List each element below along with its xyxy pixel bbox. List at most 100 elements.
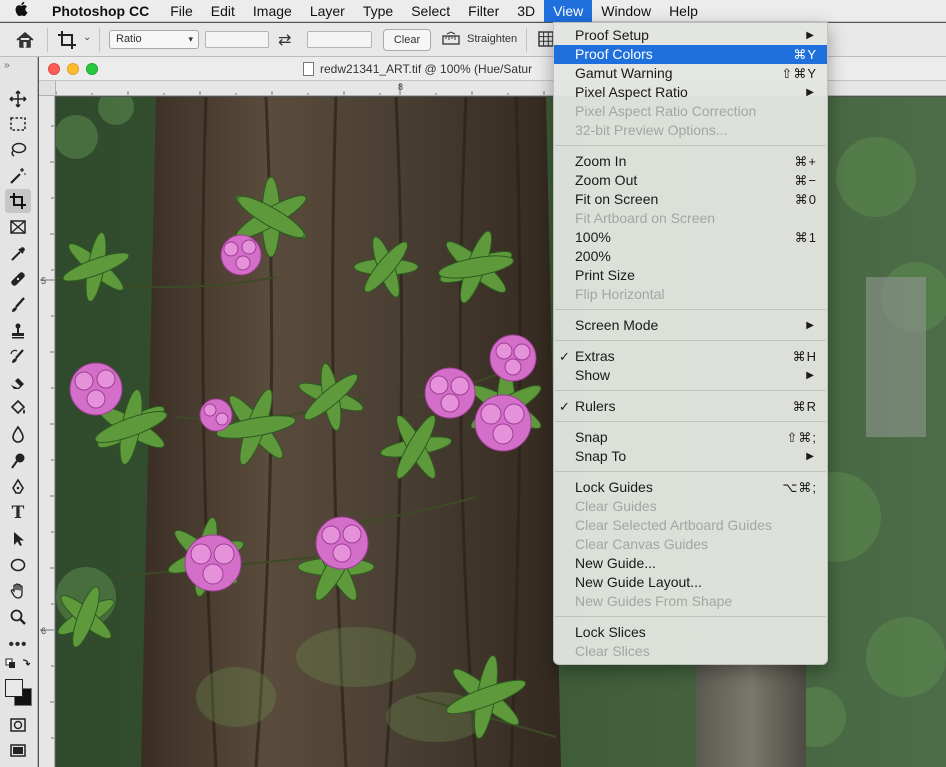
history-brush-icon[interactable]	[5, 345, 31, 369]
clone-stamp-icon[interactable]	[5, 319, 31, 343]
menu-file[interactable]: File	[161, 0, 202, 22]
submenu-arrow-icon: ▶	[806, 320, 814, 331]
menu-item-shortcut: ⇧⌘Y	[781, 66, 817, 81]
menu-item-gamut-warning[interactable]: Gamut Warning ⇧⌘Y	[554, 64, 827, 83]
menu-item-snap-to[interactable]: Snap To ▶	[554, 447, 827, 466]
menu-item-lock-guides[interactable]: Lock Guides ⌥⌘;	[554, 478, 827, 497]
menu-item-shortcut: ⌥⌘;	[782, 480, 817, 495]
type-tool-glyph: T	[11, 503, 25, 523]
menu-window[interactable]: Window	[592, 0, 660, 22]
swap-icon[interactable]: ⇄	[278, 30, 291, 50]
menu-item-pixel-aspect-correction: Pixel Aspect Ratio Correction	[554, 102, 827, 121]
pen-tool-icon[interactable]	[5, 475, 31, 499]
zoom-tool-icon[interactable]	[5, 605, 31, 629]
window-minimize-button[interactable]	[67, 63, 79, 75]
menu-item-label: 200%	[575, 248, 611, 264]
panel-collapse-icon[interactable]: ››	[4, 60, 10, 71]
color-swatches[interactable]	[3, 674, 35, 712]
ratio-height-input[interactable]	[307, 31, 372, 48]
menu-item-label: Extras	[575, 348, 615, 364]
window-close-button[interactable]	[48, 63, 60, 75]
eraser-icon[interactable]	[5, 370, 31, 394]
vertical-ruler[interactable]: 5 6	[39, 96, 55, 767]
menu-item-100-percent[interactable]: 100% ⌘1	[554, 228, 827, 247]
menu-item-label: Snap To	[575, 448, 627, 464]
brush-tool-icon[interactable]	[5, 293, 31, 317]
menu-item-proof-setup[interactable]: Proof Setup ▶	[554, 26, 827, 45]
clear-button[interactable]: Clear	[383, 29, 431, 51]
menu-item-200-percent[interactable]: 200%	[554, 247, 827, 266]
menu-layer[interactable]: Layer	[301, 0, 354, 22]
more-tools-icon[interactable]: •••	[5, 632, 31, 656]
menu-item-shortcut: ⌘H	[792, 349, 817, 364]
menu-item-print-size[interactable]: Print Size	[554, 266, 827, 285]
menu-item-label: Rulers	[575, 398, 616, 414]
menu-item-label: Clear Canvas Guides	[575, 536, 709, 552]
menu-item-zoom-in[interactable]: Zoom In ⌘+	[554, 152, 827, 171]
ellipse-tool-icon[interactable]	[5, 553, 31, 577]
menu-item-rulers[interactable]: ✓ Rulers ⌘R	[554, 397, 827, 416]
quick-mask-icon[interactable]	[5, 713, 31, 737]
apple-icon[interactable]	[0, 1, 42, 21]
path-selection-icon[interactable]	[5, 527, 31, 551]
menu-filter[interactable]: Filter	[459, 0, 508, 22]
type-tool-icon[interactable]: T	[5, 501, 31, 525]
foreground-color-swatch[interactable]	[5, 679, 23, 697]
paint-bucket-icon[interactable]	[5, 396, 31, 420]
menu-item-new-guide[interactable]: New Guide...	[554, 554, 827, 573]
magic-wand-icon[interactable]	[5, 164, 31, 188]
menu-view[interactable]: View	[544, 0, 593, 22]
menu-item-new-guide-layout[interactable]: New Guide Layout...	[554, 573, 827, 592]
straighten-label[interactable]: Straighten	[467, 33, 517, 45]
chevron-down-icon[interactable]: ⌄	[83, 32, 91, 43]
frame-tool-icon[interactable]	[5, 215, 31, 239]
chevron-down-icon: ▾	[188, 34, 193, 44]
screen-mode-icon[interactable]	[5, 739, 31, 763]
grid-overlay-icon[interactable]	[538, 31, 554, 47]
options-divider	[99, 28, 100, 52]
healing-brush-icon[interactable]	[5, 267, 31, 291]
menu-item-pixel-aspect-ratio[interactable]: Pixel Aspect Ratio ▶	[554, 83, 827, 102]
menu-image[interactable]: Image	[244, 0, 301, 22]
window-zoom-button[interactable]	[86, 63, 98, 75]
lasso-tool-icon[interactable]	[5, 138, 31, 162]
menu-item-fit-on-screen[interactable]: Fit on Screen ⌘0	[554, 190, 827, 209]
menu-separator	[555, 340, 826, 341]
menu-item-show[interactable]: Show ▶	[554, 366, 827, 385]
menu-item-proof-colors[interactable]: Proof Colors ⌘Y	[554, 45, 827, 64]
menu-item-clear-canvas-guides: Clear Canvas Guides	[554, 535, 827, 554]
menu-item-label: Pixel Aspect Ratio	[575, 84, 688, 100]
ruler-origin[interactable]	[39, 81, 56, 96]
straighten-icon[interactable]	[442, 31, 460, 47]
menu-item-snap[interactable]: Snap ⇧⌘;	[554, 428, 827, 447]
ratio-width-input[interactable]	[205, 31, 269, 48]
menu-item-label: Zoom Out	[575, 172, 638, 188]
menu-item-screen-mode[interactable]: Screen Mode ▶	[554, 316, 827, 335]
menu-item-extras[interactable]: ✓ Extras ⌘H	[554, 347, 827, 366]
menu-item-lock-slices[interactable]: Lock Slices	[554, 623, 827, 642]
menu-select[interactable]: Select	[402, 0, 459, 22]
eyedropper-icon[interactable]	[5, 242, 31, 266]
default-colors-icon[interactable]	[5, 656, 31, 674]
crop-icon[interactable]	[56, 29, 78, 51]
menu-item-zoom-out[interactable]: Zoom Out ⌘−	[554, 171, 827, 190]
marquee-tool-icon[interactable]	[5, 112, 31, 136]
move-tool-icon[interactable]	[5, 87, 31, 111]
menu-item-new-guides-from-shape: New Guides From Shape	[554, 592, 827, 611]
ratio-select[interactable]: Ratio ▾	[109, 30, 199, 49]
blur-tool-icon[interactable]	[5, 422, 31, 446]
menu-item-label: Gamut Warning	[575, 65, 673, 81]
menu-app-name[interactable]: Photoshop CC	[42, 0, 161, 22]
menu-help[interactable]: Help	[660, 0, 707, 22]
menu-3d[interactable]: 3D	[508, 0, 544, 22]
crop-tool-icon[interactable]	[5, 189, 31, 213]
home-icon[interactable]	[14, 29, 36, 51]
menu-edit[interactable]: Edit	[202, 0, 244, 22]
menu-item-label: Show	[575, 367, 611, 383]
menu-type[interactable]: Type	[354, 0, 402, 22]
hand-tool-icon[interactable]	[5, 579, 31, 603]
dodge-tool-icon[interactable]	[5, 449, 31, 473]
ruler-label: 8	[398, 82, 404, 92]
menu-item-label: Screen Mode	[575, 317, 659, 333]
ruler-label: 5	[41, 276, 47, 286]
